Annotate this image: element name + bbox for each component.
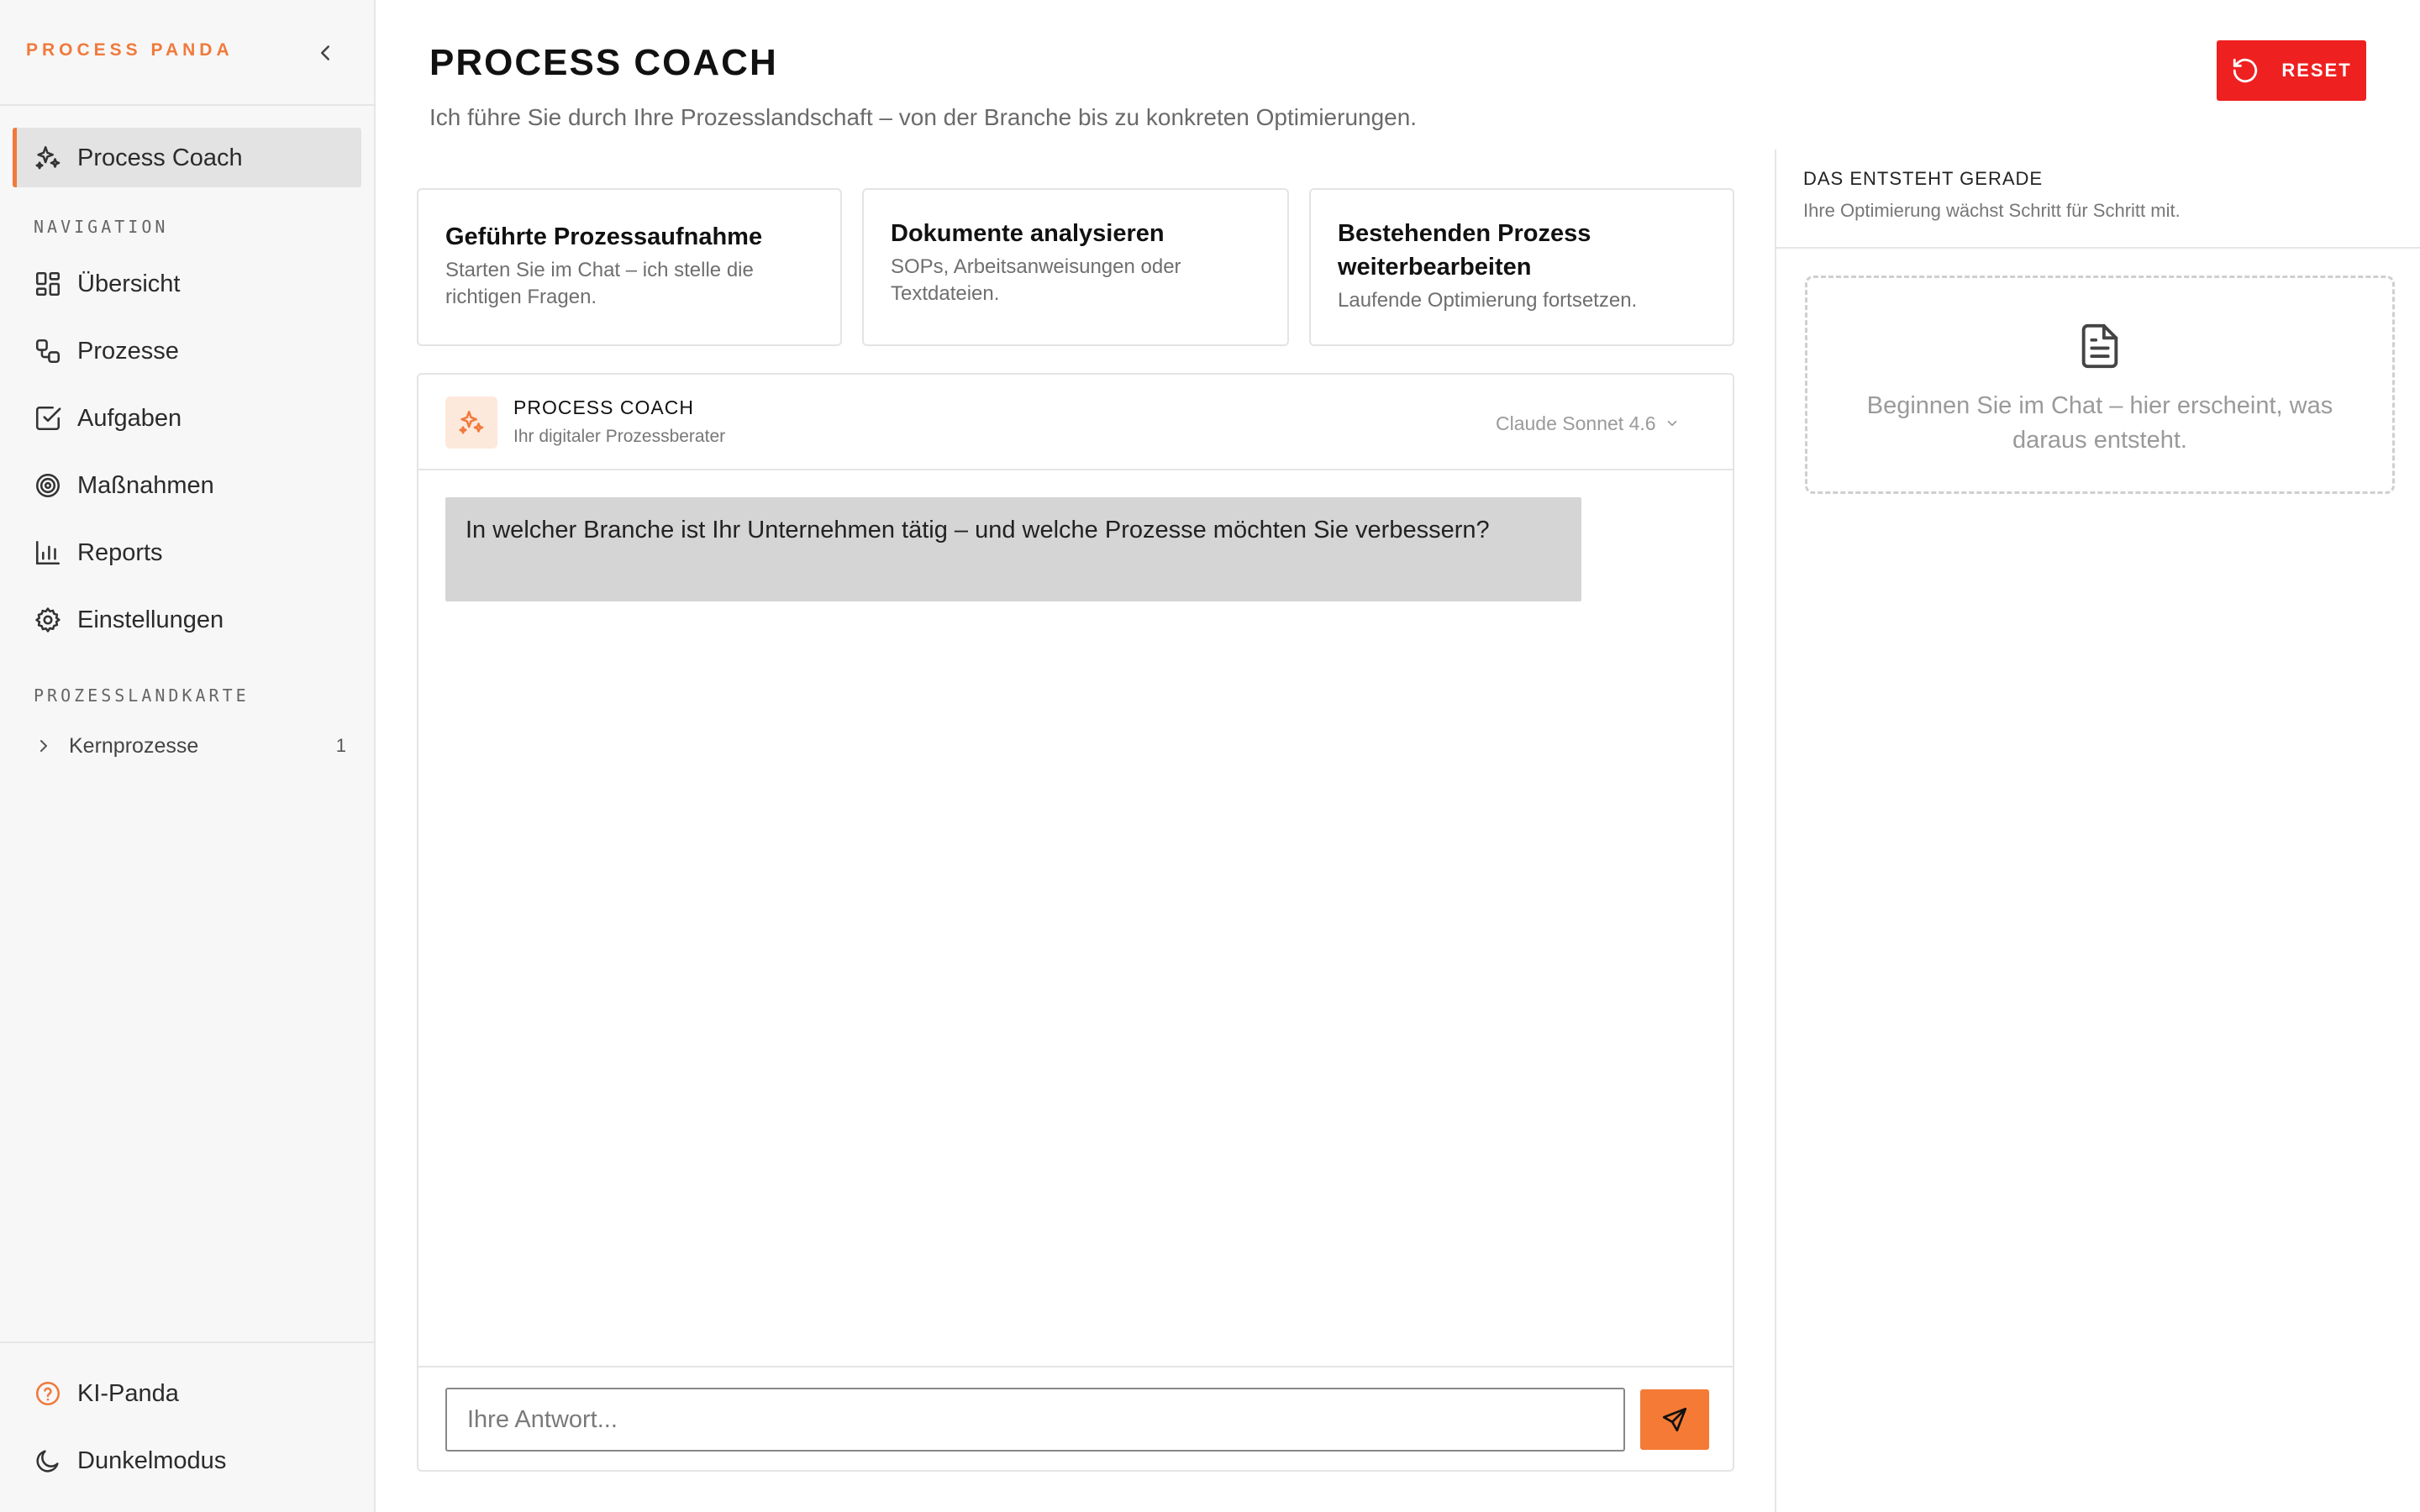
model-select[interactable]: Claude Sonnet 4.6 — [1496, 410, 1680, 437]
sidebar-item-label: KI-Panda — [77, 1379, 179, 1407]
chat-footer-divider — [418, 1366, 1733, 1368]
sidebar-item-aufgaben[interactable]: Aufgaben — [34, 398, 353, 438]
card-title: Geführte Prozessaufnahme — [445, 223, 763, 250]
chat-panel: PROCESS COACH Ihr digitaler Prozessberat… — [417, 373, 1734, 1472]
sidebar-item-reports[interactable]: Reports — [34, 533, 353, 573]
prozesslandkarte-section-label: PROZESSLANDKARTE — [34, 685, 250, 706]
sidebar-item-massnahmen[interactable]: Maßnahmen — [34, 465, 353, 506]
sidebar-item-label: Process Coach — [77, 144, 243, 171]
rotate-ccw-icon — [2231, 56, 2260, 85]
coach-avatar — [445, 396, 497, 449]
sidebar-item-uebersicht[interactable]: Übersicht — [34, 264, 353, 304]
dashboard-icon — [34, 270, 62, 298]
gear-icon — [34, 606, 62, 634]
card-gefuehrte-prozessaufnahme[interactable]: Geführte Prozessaufnahme Starten Sie im … — [417, 188, 842, 346]
sidebar-item-label: Übersicht — [77, 270, 181, 297]
preview-title: DAS ENTSTEHT GERADE — [1803, 168, 2044, 189]
tree-item-count: 1 — [335, 735, 346, 756]
card-description: Starten Sie im Chat – ich stelle die ric… — [445, 259, 754, 308]
coach-message: In welcher Branche ist Ihr Unternehmen t… — [445, 497, 1581, 601]
sidebar-item-label: Einstellungen — [77, 606, 224, 633]
sidebar-item-dunkelmodus[interactable]: Dunkelmodus — [34, 1441, 353, 1481]
collapse-sidebar-button[interactable] — [313, 39, 338, 67]
card-description: SOPs, Arbeitsanweisungen oder Textdateie… — [891, 255, 1181, 305]
target-icon — [34, 471, 62, 500]
file-text-icon — [2075, 320, 2124, 372]
sparkles-icon — [34, 144, 62, 172]
coach-name: PROCESS COACH — [513, 396, 694, 418]
checkbox-icon — [34, 404, 62, 433]
preview-empty-state: Beginnen Sie im Chat – hier erscheint, w… — [1805, 276, 2395, 494]
moon-icon — [34, 1446, 62, 1475]
card-bestehenden-prozess[interactable]: Bestehenden Prozess weiterbearbeiten Lau… — [1309, 188, 1734, 346]
reset-button[interactable]: RESET — [2217, 40, 2366, 101]
page-subtitle: Ich führe Sie durch Ihre Prozesslandscha… — [429, 104, 1418, 130]
tree-item-kernprozesse[interactable]: Kernprozesse 1 — [34, 729, 346, 763]
card-description: Laufende Optimierung fortsetzen. — [1338, 289, 1638, 312]
chevron-right-icon — [34, 736, 54, 756]
sidebar-item-process-coach-content[interactable]: Process Coach — [34, 138, 353, 178]
brand-row: PROCESS PANDA — [0, 0, 374, 106]
card-dokumente-analysieren[interactable]: Dokumente analysieren SOPs, Arbeitsanwei… — [862, 188, 1289, 346]
preview-panel: DAS ENTSTEHT GERADE Ihre Optimierung wäc… — [1775, 150, 2420, 1512]
send-button[interactable] — [1640, 1389, 1709, 1450]
help-circle-icon — [34, 1379, 62, 1408]
preview-empty-text: Beginnen Sie im Chat – hier erscheint, w… — [1866, 392, 2333, 454]
bar-chart-icon — [34, 538, 62, 567]
sidebar-item-label: Maßnahmen — [77, 471, 214, 499]
sidebar-item-label: Reports — [77, 538, 163, 566]
navigation-section-label: NAVIGATION — [34, 217, 169, 237]
sidebar-item-prozesse[interactable]: Prozesse — [34, 331, 353, 371]
sidebar-item-einstellungen[interactable]: Einstellungen — [34, 600, 353, 640]
chevron-left-icon — [321, 45, 329, 60]
reset-label: RESET — [2281, 60, 2352, 81]
workflow-icon — [34, 337, 62, 365]
chevron-down-icon — [1667, 420, 1676, 427]
sidebar-item-label: Aufgaben — [77, 404, 182, 432]
sidebar-item-ki-panda[interactable]: KI-Panda — [34, 1373, 353, 1414]
sidebar-footer-divider — [0, 1341, 374, 1343]
model-select-label: Claude Sonnet 4.6 — [1496, 412, 1656, 434]
sidebar-item-label: Prozesse — [77, 337, 179, 365]
coach-role: Ihr digitaler Prozessberater — [513, 427, 726, 446]
card-title: Dokumente analysieren — [891, 220, 1165, 247]
chat-header: PROCESS COACH Ihr digitaler Prozessberat… — [418, 375, 1733, 470]
preview-subtitle: Ihre Optimierung wächst Schritt für Schr… — [1803, 200, 2181, 221]
card-title: Bestehenden Prozess weiterbearbeiten — [1338, 220, 1591, 281]
page-title: PROCESS COACH — [429, 42, 778, 83]
answer-input[interactable] — [445, 1388, 1625, 1452]
sidebar: PROCESS PANDA Process Coach NAVIGATION Ü… — [0, 0, 376, 1512]
preview-header: DAS ENTSTEHT GERADE Ihre Optimierung wäc… — [1776, 150, 2420, 249]
tree-item-label: Kernprozesse — [69, 733, 199, 758]
sparkles-icon — [459, 410, 484, 434]
sidebar-item-label: Dunkelmodus — [77, 1446, 227, 1474]
brand-logo: PROCESS PANDA — [26, 40, 234, 60]
send-icon — [1662, 1407, 1687, 1432]
